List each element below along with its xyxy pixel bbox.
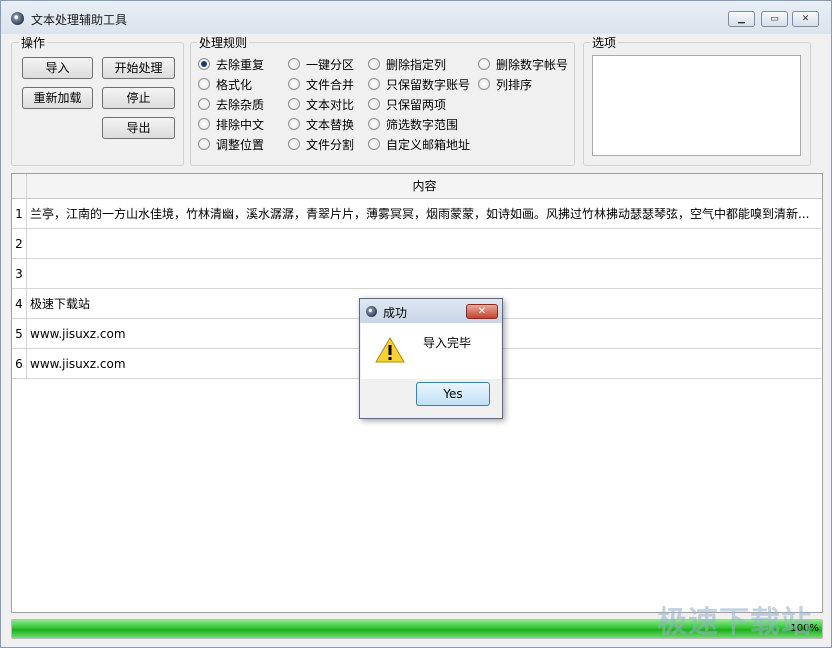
rule-label: 一键分区 <box>306 58 355 72</box>
rule-label: 自定义邮箱地址 <box>386 138 471 152</box>
rule-label: 去除重复 <box>216 58 265 72</box>
app-icon <box>11 12 24 25</box>
rule-label: 去除杂质 <box>216 98 265 112</box>
rule-label: 排除中文 <box>216 118 265 132</box>
radio-dot <box>368 98 380 110</box>
row-content[interactable]: 兰亭，江南的一方山水佳境，竹林清幽，溪水潺潺，青翠片片，薄雾冥冥，烟雨蒙蒙，如诗… <box>30 199 815 229</box>
radio-dot <box>198 138 210 150</box>
export-button[interactable]: 导出 <box>102 117 175 139</box>
row-number: 2 <box>12 229 27 259</box>
rule-label: 格式化 <box>216 78 253 92</box>
rule-label: 筛选数字范围 <box>386 118 459 132</box>
reload-button[interactable]: 重新加载 <box>22 87 93 109</box>
window-title: 文本处理辅助工具 <box>31 13 128 27</box>
radio-dot <box>198 58 210 70</box>
radio-dot <box>198 98 210 110</box>
dialog-title: 成功 <box>383 306 408 320</box>
dialog-close-button[interactable]: ✕ <box>466 304 498 319</box>
radio-dot <box>288 138 300 150</box>
main-window: 文本处理辅助工具 ▁ ▭ ✕ 操作 导入 开始处理 重新加载 停止 导出 处理规… <box>0 0 832 648</box>
warning-icon <box>375 337 405 363</box>
close-button[interactable]: ✕ <box>792 11 819 27</box>
radio-dot <box>478 78 490 90</box>
options-panel[interactable] <box>592 55 801 156</box>
radio-dot <box>368 118 380 130</box>
yes-button[interactable]: Yes <box>416 382 490 406</box>
rule-label: 调整位置 <box>216 138 265 152</box>
minimize-button[interactable]: ▁ <box>728 11 755 27</box>
radio-dot <box>368 138 380 150</box>
row-number: 1 <box>12 199 27 229</box>
radio-dot <box>288 98 300 110</box>
success-dialog: 成功 ✕ 导入完毕 Yes <box>359 298 503 419</box>
app-icon <box>366 306 377 317</box>
dialog-body: 导入完毕 <box>361 323 501 379</box>
table-row[interactable]: 3 <box>12 259 822 289</box>
radio-dot <box>368 78 380 90</box>
watermark-logo: 极速下载站 <box>657 605 812 640</box>
grid-corner <box>12 174 27 199</box>
row-content[interactable] <box>30 229 815 259</box>
import-button[interactable]: 导入 <box>22 57 93 79</box>
rule-label: 列排序 <box>496 78 533 92</box>
table-row[interactable]: 2 <box>12 229 822 259</box>
rule-label: 只保留两项 <box>386 98 447 112</box>
start-processing-button[interactable]: 开始处理 <box>102 57 175 79</box>
rule-label: 文本替换 <box>306 118 355 132</box>
row-number: 6 <box>12 349 27 379</box>
maximize-button[interactable]: ▭ <box>761 11 788 27</box>
table-row[interactable]: 1 兰亭，江南的一方山水佳境，竹林清幽，溪水潺潺，青翠片片，薄雾冥冥，烟雨蒙蒙，… <box>12 199 822 229</box>
radio-dot <box>288 118 300 130</box>
grid-header: 内容 <box>12 174 822 199</box>
radio-dot <box>288 78 300 90</box>
row-content[interactable] <box>30 259 815 289</box>
rule-label: 文本对比 <box>306 98 355 112</box>
rule-label: 文件合并 <box>306 78 355 92</box>
radio-dot <box>368 58 380 70</box>
radio-dot <box>478 58 490 70</box>
options-group-title: 选项 <box>590 34 619 51</box>
rule-label: 删除指定列 <box>386 58 447 72</box>
column-header-content[interactable]: 内容 <box>27 174 822 199</box>
radio-dot <box>198 78 210 90</box>
radio-dot <box>198 118 210 130</box>
radio-dot <box>288 58 300 70</box>
rule-label: 只保留数字账号 <box>386 78 471 92</box>
dialog-title-bar: 成功 ✕ <box>360 299 502 323</box>
rule-label: 删除数字帐号 <box>496 58 569 72</box>
row-number: 5 <box>12 319 27 349</box>
row-number: 3 <box>12 259 27 289</box>
title-bar: 文本处理辅助工具 ▁ ▭ ✕ <box>1 1 831 34</box>
row-number: 4 <box>12 289 27 319</box>
rules-group-title: 处理规则 <box>197 34 250 51</box>
dialog-message: 导入完毕 <box>423 336 472 350</box>
stop-button[interactable]: 停止 <box>102 87 175 109</box>
rule-label: 文件分割 <box>306 138 355 152</box>
actions-group-title: 操作 <box>19 34 48 51</box>
